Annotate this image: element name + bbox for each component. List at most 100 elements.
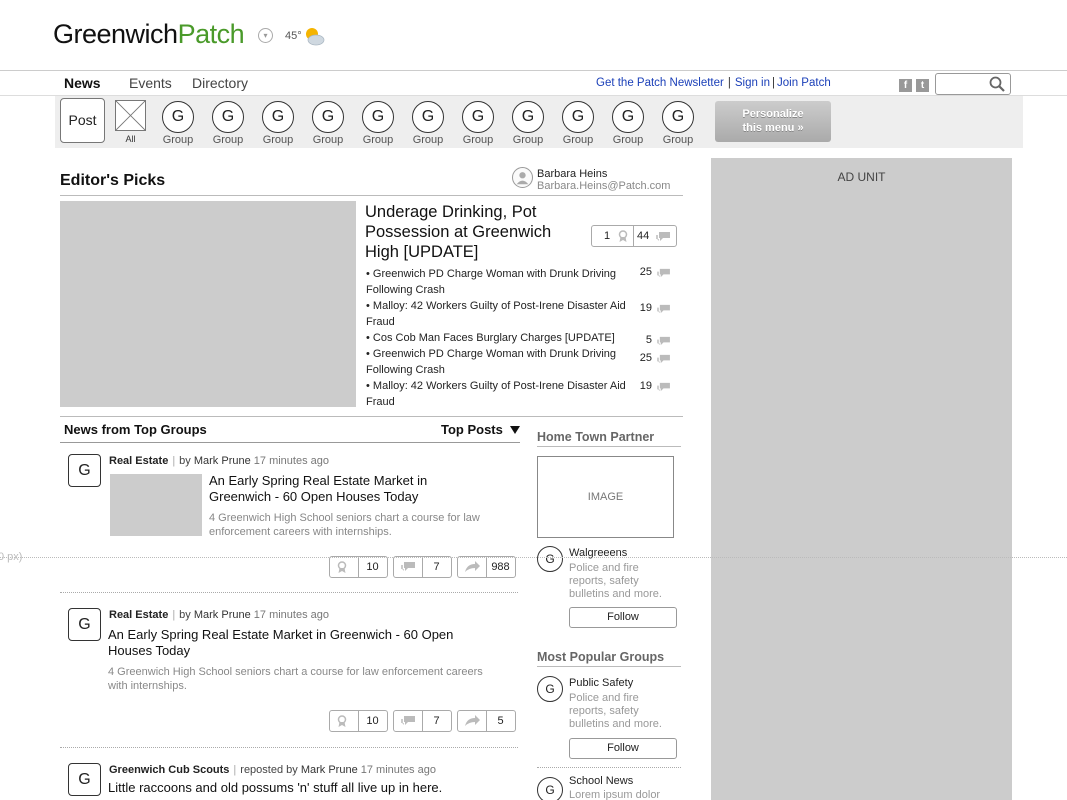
- group-label: Group: [562, 134, 594, 146]
- post-by-label: reposted by: [240, 764, 298, 776]
- facebook-icon[interactable]: f: [899, 79, 912, 92]
- post-description: 4 Greenwich High School seniors chart a …: [209, 512, 480, 538]
- featured-image[interactable]: [60, 201, 356, 407]
- comment-icon: [401, 716, 415, 725]
- nav-news[interactable]: News: [64, 75, 101, 91]
- editors-pick-link[interactable]: • Cos Cob Man Faces Burglary Charges [UP…: [366, 330, 626, 346]
- all-groups-label: All: [125, 134, 136, 144]
- personalize-menu-button[interactable]: Personalize this menu »: [715, 101, 831, 142]
- comment-icon: [657, 336, 670, 346]
- link-separator: |: [727, 77, 731, 89]
- partner-description: Police and fire reports, safety bulletin…: [569, 562, 662, 600]
- post-group-link[interactable]: Real Estate: [109, 609, 168, 621]
- author-email[interactable]: Barbara.Heins@Patch.com: [537, 180, 670, 192]
- author-name[interactable]: Barbara Heins: [537, 168, 607, 180]
- group-menu-item[interactable]: G Group: [661, 101, 695, 146]
- group-menu-item[interactable]: G Group: [411, 101, 445, 146]
- post-meta: Real Estate | by Mark Prune 17 minutes ago: [109, 609, 329, 621]
- share-button[interactable]: 5: [457, 710, 516, 732]
- post-by-label: by: [179, 609, 191, 621]
- post-group-link[interactable]: Greenwich Cub Scouts: [109, 764, 229, 776]
- editors-picks-title: Editor's Picks: [60, 172, 166, 189]
- sign-in-link[interactable]: Sign in: [735, 77, 770, 89]
- share-count: 5: [497, 715, 504, 727]
- post-image[interactable]: [110, 474, 202, 536]
- patch-logo[interactable]: GreenwichPatch: [53, 18, 245, 50]
- group-menu-item[interactable]: G Group: [311, 101, 345, 146]
- chevron-down-icon[interactable]: [510, 426, 520, 434]
- group-menu-item[interactable]: G Group: [261, 101, 295, 146]
- post-headline[interactable]: An Early Spring Real Estate Market in Gr…: [108, 627, 478, 659]
- editors-pick-link[interactable]: • Malloy: 42 Workers Guilty of Post-Iren…: [366, 298, 626, 330]
- all-groups-icon[interactable]: [115, 100, 146, 131]
- post-author-link[interactable]: Mark Prune: [194, 455, 251, 467]
- group-avatar[interactable]: G: [68, 454, 101, 487]
- award-count: 1: [604, 230, 611, 242]
- editors-pick-comment-count: 25: [639, 266, 652, 278]
- newsletter-link[interactable]: Get the Patch Newsletter: [596, 77, 724, 89]
- comment-icon[interactable]: [655, 231, 671, 243]
- group-description: Lorem ipsum dolor: [569, 789, 661, 800]
- logo-text-town: Greenwich: [53, 19, 178, 49]
- group-name[interactable]: Public Safety: [569, 677, 633, 689]
- group-avatar[interactable]: G: [68, 763, 101, 796]
- post-button[interactable]: Post: [60, 98, 105, 143]
- share-button[interactable]: 988: [457, 556, 516, 578]
- post-group-link[interactable]: Real Estate: [109, 455, 168, 467]
- award-button[interactable]: 10: [329, 710, 388, 732]
- join-patch-link[interactable]: Join Patch: [777, 77, 831, 89]
- post-author-link[interactable]: Mark Prune: [194, 609, 251, 621]
- nav-directory[interactable]: Directory: [192, 75, 248, 91]
- post-by-label: by: [179, 455, 191, 467]
- follow-button[interactable]: Follow: [569, 738, 677, 759]
- share-count: 988: [491, 561, 510, 573]
- featured-headline[interactable]: Underage Drinking, Pot Possession at Gre…: [365, 202, 585, 262]
- group-icon: G: [362, 101, 394, 133]
- editors-pick-comment-count: 5: [645, 334, 652, 346]
- town-dropdown-icon[interactable]: ▾: [258, 28, 273, 43]
- twitter-icon[interactable]: t: [916, 79, 929, 92]
- author-avatar[interactable]: [512, 167, 533, 188]
- group-avatar[interactable]: G: [537, 676, 563, 702]
- group-menu-item[interactable]: G Group: [511, 101, 545, 146]
- group-menu-item[interactable]: G Group: [361, 101, 395, 146]
- search-icon[interactable]: [988, 75, 1006, 93]
- follow-button[interactable]: Follow: [569, 607, 677, 628]
- award-button[interactable]: 10: [329, 556, 388, 578]
- most-popular-groups-title: Most Popular Groups: [537, 650, 665, 664]
- layout-guide-label: 0 px): [0, 551, 23, 563]
- partner-image[interactable]: IMAGE: [537, 456, 674, 538]
- group-menu-item[interactable]: G Group: [611, 101, 645, 146]
- post-headline[interactable]: An Early Spring Real Estate Market in Gr…: [209, 473, 469, 505]
- share-icon: [465, 715, 480, 726]
- ad-unit[interactable]: [711, 158, 1012, 800]
- comment-button[interactable]: 7: [393, 710, 452, 732]
- group-label: Group: [362, 134, 394, 146]
- group-label: Group: [662, 134, 694, 146]
- divider: [60, 592, 518, 593]
- editors-pick-link[interactable]: • Greenwich PD Charge Woman with Drunk D…: [366, 346, 626, 378]
- partner-avatar[interactable]: G: [537, 546, 563, 572]
- group-label: Group: [162, 134, 194, 146]
- editors-pick-link[interactable]: • Malloy: 42 Workers Guilty of Post-Iren…: [366, 378, 626, 410]
- sort-dropdown[interactable]: Top Posts: [441, 422, 503, 437]
- post-time: 17 minutes ago: [253, 609, 329, 621]
- group-menu-item[interactable]: G Group: [461, 101, 495, 146]
- group-icon: G: [512, 101, 544, 133]
- editors-pick-link[interactable]: • Greenwich PD Charge Woman with Drunk D…: [366, 266, 626, 298]
- group-menu-item[interactable]: G Group: [161, 101, 195, 146]
- group-icon: G: [662, 101, 694, 133]
- award-icon[interactable]: [617, 230, 629, 242]
- group-menu-item[interactable]: G Group: [561, 101, 595, 146]
- editors-pick-comment-count: 25: [639, 352, 652, 364]
- group-avatar[interactable]: G: [68, 608, 101, 641]
- post-headline[interactable]: Little raccoons and old possums 'n' stuf…: [108, 780, 508, 796]
- group-menu-item[interactable]: G Group: [211, 101, 245, 146]
- comment-button[interactable]: 7: [393, 556, 452, 578]
- group-name[interactable]: School News: [569, 775, 633, 787]
- group-description: Police and fire reports, safety bulletin…: [569, 692, 662, 730]
- group-avatar[interactable]: G: [537, 777, 563, 800]
- divider: [633, 226, 634, 246]
- post-author-link[interactable]: Mark Prune: [301, 764, 358, 776]
- nav-events[interactable]: Events: [129, 75, 172, 91]
